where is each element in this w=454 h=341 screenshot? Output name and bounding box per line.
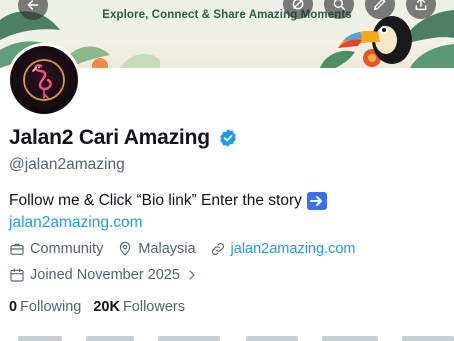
website-link[interactable]: jalan2amazing.com [231, 241, 356, 257]
profile-name-row: Jalan2 Cari Amazing [9, 126, 238, 150]
followers-link[interactable]: 20K Followers [93, 299, 185, 315]
profile-bio: Follow me & Click “Bio link” Enter the s… [9, 192, 327, 210]
joined-row[interactable]: Joined November 2025 [9, 267, 200, 283]
flamingo-logo-icon [23, 59, 65, 101]
tab-stub[interactable] [18, 336, 62, 341]
follow-stats: 0 Following 20K Followers [9, 299, 185, 315]
verified-badge-icon[interactable] [218, 128, 238, 148]
tab-stub[interactable] [246, 336, 298, 341]
grok-icon [292, 0, 304, 10]
link-icon [211, 242, 224, 256]
share-icon [415, 0, 427, 11]
display-name: Jalan2 Cari Amazing [9, 126, 210, 149]
arrow-left-icon [27, 0, 39, 10]
location-item: Malaysia [117, 241, 196, 257]
location-pin-icon [120, 241, 131, 256]
briefcase-icon [10, 243, 24, 255]
following-count: 0 [9, 299, 18, 315]
bio-link[interactable]: jalan2amazing.com [9, 214, 143, 232]
tab-stub[interactable] [86, 336, 134, 341]
category-item: Community [9, 241, 103, 257]
search-icon [333, 0, 346, 11]
category-label: Community [30, 241, 104, 257]
followers-count: 20K [93, 299, 120, 315]
bio-text: Follow me & Click “Bio link” Enter the s… [9, 192, 302, 209]
location-label: Malaysia [138, 241, 196, 257]
tab-stub[interactable] [402, 336, 454, 341]
avatar-image [10, 46, 78, 114]
following-label: Following [20, 299, 82, 315]
tab-stub[interactable] [158, 336, 220, 341]
profile-handle: @jalan2amazing [9, 156, 125, 173]
joined-date: Joined November 2025 [30, 267, 180, 283]
profile-tabs-strip[interactable] [0, 333, 454, 341]
pencil-icon [373, 0, 386, 11]
website-item[interactable]: jalan2amazing.com [210, 241, 356, 257]
followers-label: Followers [122, 299, 185, 315]
chevron-right-icon [189, 270, 195, 280]
arrow-right-emoji-icon [306, 192, 327, 210]
calendar-icon [10, 268, 24, 282]
profile-meta: Community Malaysia jalan2amazing.com [9, 241, 369, 257]
avatar[interactable] [7, 43, 81, 117]
following-link[interactable]: 0 Following [9, 299, 81, 315]
tab-stub[interactable] [322, 336, 378, 341]
